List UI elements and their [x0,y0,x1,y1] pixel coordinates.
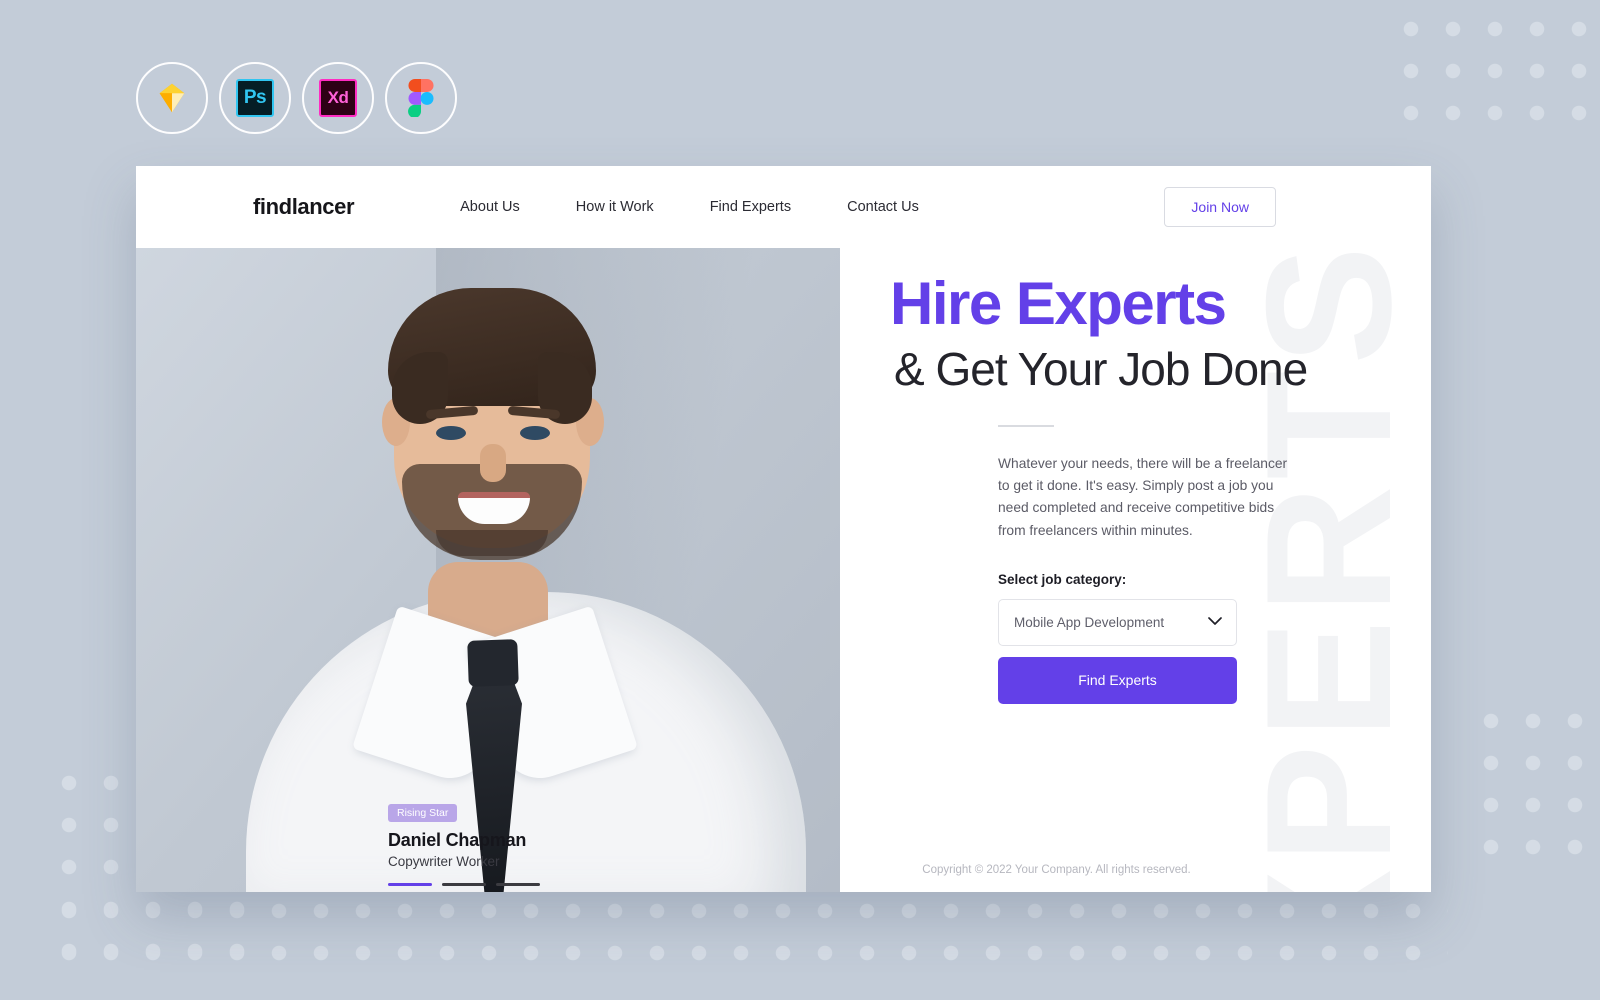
status-badge: Rising Star [388,804,458,822]
hero-copy-block: Hire Experts & Get Your Job Done Whateve… [840,248,1431,704]
carousel-indicators [388,883,540,886]
dot-pattern-bottom-strip [48,890,1448,982]
sketch-diamond-icon [159,83,185,113]
freelancer-role: Copywriter Worker [388,854,500,869]
adobe-xd-glyph: Xd [319,79,357,117]
landing-page-card: findlancer About Us How it Work Find Exp… [136,166,1431,892]
page-title: Hire Experts [890,270,1227,337]
hero-description: Whatever your needs, there will be a fre… [998,455,1288,538]
nav-link-contact-us[interactable]: Contact Us [847,199,919,215]
freelancer-name: Daniel Chapman [388,830,527,850]
brand-logo[interactable]: findlancer [253,194,355,220]
carousel-indicator-2[interactable] [442,883,486,886]
navbar: findlancer About Us How it Work Find Exp… [136,166,1431,248]
nav-link-about-us[interactable]: About Us [460,199,520,215]
job-category-label: Select job category: [998,571,1127,587]
featured-freelancer-card: Rising Star Daniel Chapman Copywriter Wo… [388,803,540,886]
portrait-chin-shadow [436,530,548,556]
nav-links: About Us How it Work Find Experts Contac… [460,199,919,215]
find-experts-button[interactable]: Find Experts [998,656,1237,704]
figma-icon[interactable] [385,62,457,134]
job-category-select[interactable]: Mobile App Development [998,598,1237,646]
portrait-nose [480,444,506,482]
photoshop-icon[interactable]: Ps [219,62,291,134]
divider [998,424,1054,427]
hero-section: Rising Star Daniel Chapman Copywriter Wo… [136,240,1431,892]
figma-glyph [408,79,434,117]
adobe-xd-icon[interactable]: Xd [302,62,374,134]
dot-pattern-top-right [1390,8,1600,128]
join-now-button[interactable]: Join Now [1164,187,1276,227]
job-category-value: Mobile App Development [1014,614,1165,630]
design-tool-icon-row: Ps Xd [136,62,457,134]
portrait-eye-right [520,426,550,440]
chevron-down-icon [1208,617,1222,625]
nav-link-how-it-work[interactable]: How it Work [576,199,654,215]
sketch-icon[interactable] [136,62,208,134]
dot-pattern-right-middle [1470,700,1600,880]
page-subtitle: & Get Your Job Done [894,343,1308,395]
hero-content-panel: EXPERTS Hire Experts & Get Your Job Done… [840,240,1431,892]
portrait-tie-knot [467,639,519,687]
photoshop-glyph: Ps [236,79,274,117]
portrait-eye-left [436,426,466,440]
carousel-indicator-1[interactable] [388,883,432,886]
hero-portrait-photo [136,248,840,892]
carousel-indicator-3[interactable] [496,883,540,886]
copyright-text: Copyright © 2022 Your Company. All right… [922,864,1191,876]
nav-link-find-experts[interactable]: Find Experts [710,199,791,215]
